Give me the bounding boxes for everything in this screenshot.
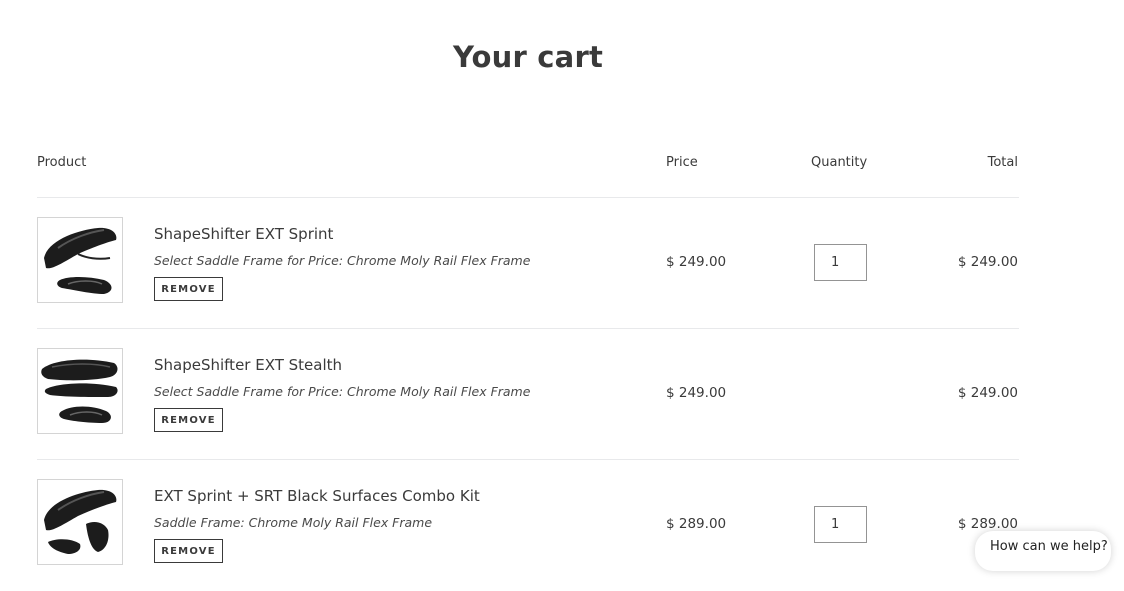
saddle-image-icon	[41, 359, 118, 423]
product-variant: Select Saddle Frame for Price: Chrome Mo…	[154, 253, 531, 268]
item-total: $ 249.00	[957, 385, 1018, 401]
column-header-total: Total	[987, 155, 1018, 170]
item-price: $ 289.00	[666, 516, 727, 532]
item-price: $ 249.00	[666, 385, 727, 401]
remove-button[interactable]: REMOVE	[154, 408, 223, 432]
product-variant: Saddle Frame: Chrome Moly Rail Flex Fram…	[154, 515, 433, 530]
product-image[interactable]	[37, 348, 123, 434]
page-title: Your cart	[452, 40, 604, 74]
saddle-image-icon	[44, 489, 117, 554]
column-header-quantity: Quantity	[811, 155, 868, 170]
quantity-input[interactable]	[814, 506, 867, 543]
remove-button[interactable]: REMOVE	[154, 277, 223, 301]
quantity-input[interactable]	[814, 244, 867, 281]
column-header-price: Price	[666, 155, 698, 170]
product-variant: Select Saddle Frame for Price: Chrome Mo…	[154, 384, 531, 399]
column-header-product: Product	[37, 155, 87, 170]
saddle-image-icon	[44, 227, 117, 294]
cart-item-row: EXT Sprint + SRT Black Surfaces Combo Ki…	[0, 460, 1124, 591]
product-image[interactable]	[37, 217, 123, 303]
help-chat-widget[interactable]: How can we help?	[975, 531, 1111, 571]
remove-button[interactable]: REMOVE	[154, 539, 223, 563]
item-total: $ 289.00	[957, 516, 1018, 532]
product-name[interactable]: EXT Sprint + SRT Black Surfaces Combo Ki…	[154, 487, 480, 505]
cart-item-row: ShapeShifter EXT Sprint Select Saddle Fr…	[0, 198, 1124, 329]
product-name[interactable]: ShapeShifter EXT Sprint	[154, 225, 333, 243]
item-price: $ 249.00	[666, 254, 727, 270]
item-total: $ 249.00	[957, 254, 1018, 270]
product-image[interactable]	[37, 479, 123, 565]
cart-item-row: ShapeShifter EXT Stealth Select Saddle F…	[0, 329, 1124, 460]
product-name[interactable]: ShapeShifter EXT Stealth	[154, 356, 342, 374]
